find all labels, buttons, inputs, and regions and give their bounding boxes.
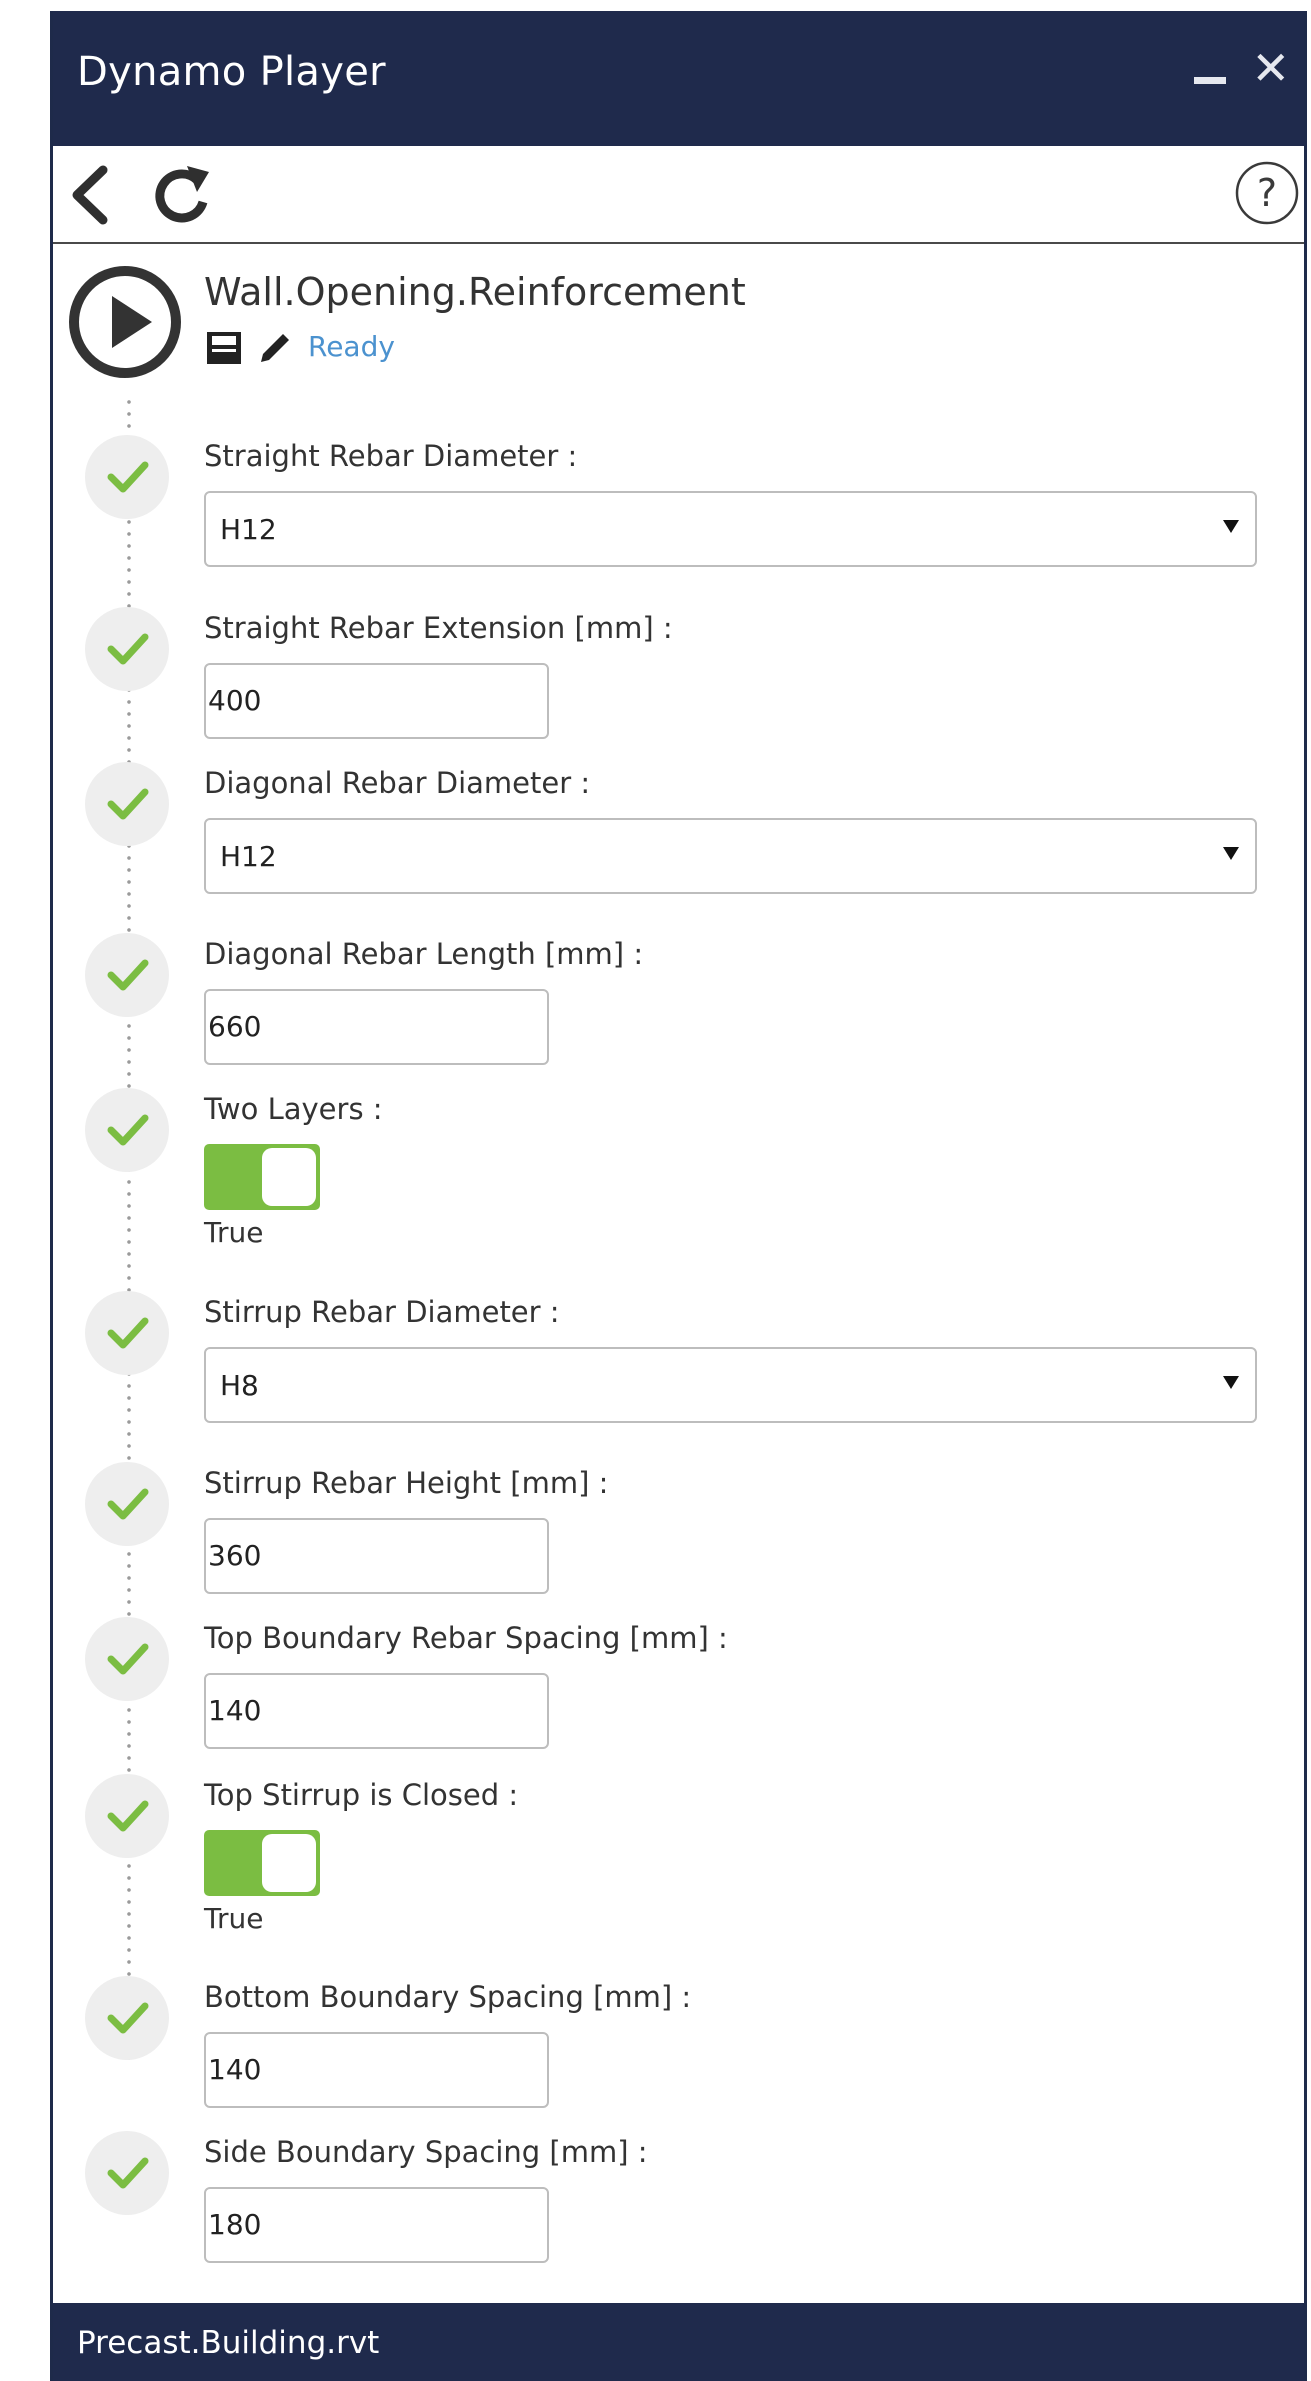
stirrup-rebar-height-field[interactable]: 360 — [204, 1518, 549, 1594]
input-label: Two Layers : — [204, 1092, 383, 1126]
input-label: Top Stirrup is Closed : — [204, 1778, 519, 1812]
diagonal-rebar-diameter-dropdown[interactable]: H12 — [204, 818, 1257, 894]
diagonal-rebar-length-field[interactable]: 660 — [204, 989, 549, 1065]
help-icon[interactable]: ? — [1234, 160, 1300, 230]
dropdown-arrow-icon — [1223, 520, 1239, 533]
input-label: Stirrup Rebar Diameter : — [204, 1295, 560, 1329]
input-label: Side Boundary Spacing [mm] : — [204, 2135, 648, 2169]
check-icon — [85, 1617, 169, 1701]
document-name: Precast.Building.rvt — [77, 2325, 380, 2361]
toggle-knob — [262, 1834, 316, 1892]
check-icon — [85, 1291, 169, 1375]
dropdown-value: H8 — [220, 1369, 259, 1402]
check-icon — [85, 607, 169, 691]
svg-text:?: ? — [1257, 171, 1277, 215]
toggle-value: True — [204, 1216, 264, 1249]
script-header: Wall.Opening.Reinforcement Ready — [53, 246, 1304, 396]
side-boundary-spacing-field[interactable]: 180 — [204, 2187, 549, 2263]
straight-rebar-diameter-dropdown[interactable]: H12 — [204, 491, 1257, 567]
dropdown-value: H12 — [220, 513, 277, 546]
stirrup-rebar-diameter-dropdown[interactable]: H8 — [204, 1347, 1257, 1423]
check-icon — [85, 1462, 169, 1546]
input-label: Straight Rebar Diameter : — [204, 439, 578, 473]
minimize-icon[interactable] — [1194, 77, 1226, 84]
input-label: Stirrup Rebar Height [mm] : — [204, 1466, 609, 1500]
input-label: Bottom Boundary Spacing [mm] : — [204, 1980, 692, 2014]
play-icon[interactable] — [67, 264, 183, 384]
check-icon — [85, 1774, 169, 1858]
bottom-boundary-spacing-field[interactable]: 140 — [204, 2032, 549, 2108]
edit-icon[interactable] — [255, 328, 295, 372]
top-boundary-rebar-spacing-field[interactable]: 140 — [204, 1673, 549, 1749]
input-label: Diagonal Rebar Length [mm] : — [204, 937, 644, 971]
back-icon[interactable] — [67, 164, 111, 230]
check-icon — [85, 1976, 169, 2060]
input-label: Top Boundary Rebar Spacing [mm] : — [204, 1621, 728, 1655]
window-title: Dynamo Player — [77, 49, 386, 95]
status-footer: Precast.Building.rvt — [53, 2303, 1304, 2381]
dropdown-value: H12 — [220, 840, 277, 873]
save-icon[interactable] — [204, 328, 244, 372]
toolbar: ? — [53, 146, 1304, 244]
straight-rebar-extension-field[interactable]: 400 — [204, 663, 549, 739]
script-status: Ready — [308, 330, 395, 363]
top-stirrup-closed-toggle[interactable] — [204, 1830, 320, 1896]
check-icon — [85, 435, 169, 519]
check-icon — [85, 2131, 169, 2215]
check-icon — [85, 762, 169, 846]
script-name: Wall.Opening.Reinforcement — [204, 270, 746, 314]
toggle-value: True — [204, 1902, 264, 1935]
refresh-icon[interactable] — [149, 162, 215, 232]
dynamo-player-window: Dynamo Player ✕ ? Wall.Opening.Reinforce… — [50, 11, 1307, 2381]
toggle-knob — [262, 1148, 316, 1206]
input-label: Straight Rebar Extension [mm] : — [204, 611, 673, 645]
input-label: Diagonal Rebar Diameter : — [204, 766, 591, 800]
title-bar: Dynamo Player ✕ — [53, 11, 1304, 146]
check-icon — [85, 933, 169, 1017]
dropdown-arrow-icon — [1223, 1376, 1239, 1389]
dropdown-arrow-icon — [1223, 847, 1239, 860]
check-icon — [85, 1088, 169, 1172]
close-icon[interactable]: ✕ — [1251, 45, 1290, 91]
two-layers-toggle[interactable] — [204, 1144, 320, 1210]
